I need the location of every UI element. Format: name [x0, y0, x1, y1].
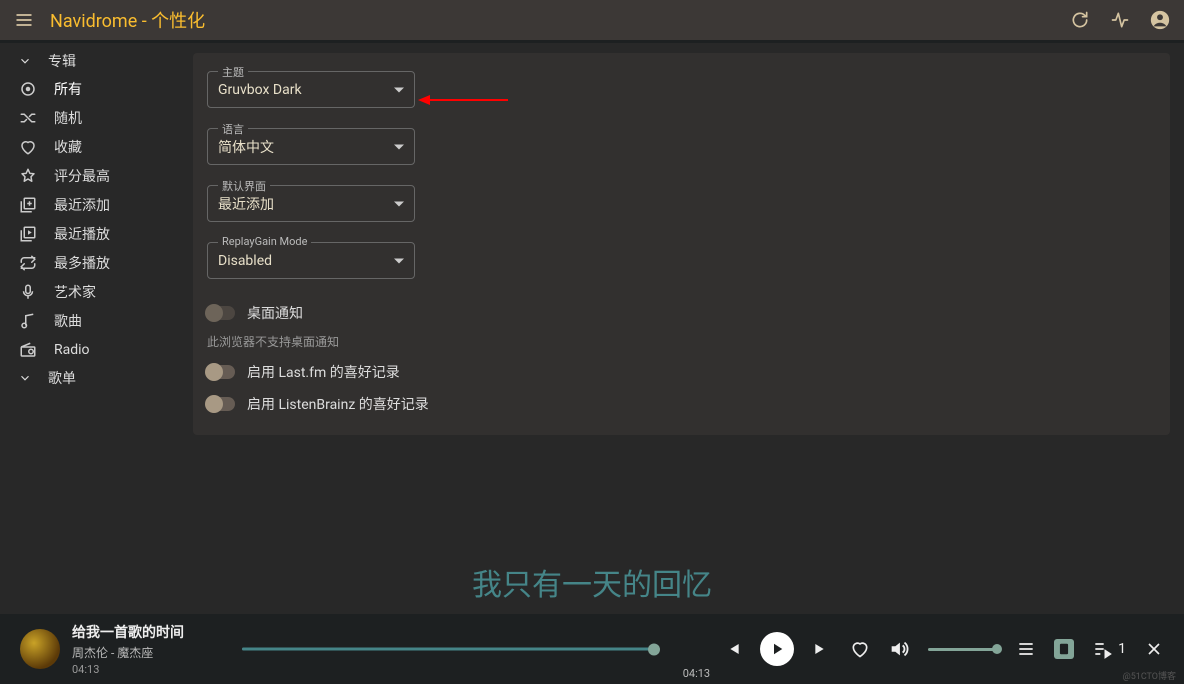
menu-button[interactable]: [10, 6, 38, 34]
sidebar-item-favorites[interactable]: 收藏: [0, 132, 193, 161]
sidebar-section-albums[interactable]: 专辑: [0, 47, 193, 74]
sidebar-item-artists[interactable]: 艺术家: [0, 277, 193, 306]
caret-down-icon: [394, 87, 404, 92]
lyrics-button[interactable]: [1054, 639, 1074, 659]
sidebar: 专辑 所有 随机 收藏 评分最高 最近添加 最近播放 最多播放 艺术家 歌曲 R…: [0, 43, 193, 584]
lyric-line: 我只有一天的回忆: [0, 560, 1184, 604]
progress-bar[interactable]: [242, 645, 655, 653]
sidebar-item-label: 收藏: [54, 137, 82, 157]
sidebar-item-label: 最近播放: [54, 224, 110, 244]
progress-fill: [242, 648, 655, 651]
listenbrainz-toggle[interactable]: [207, 397, 235, 411]
sidebar-item-top-rated[interactable]: 评分最高: [0, 161, 193, 190]
mic-icon: [18, 283, 38, 301]
track-meta: 给我一首歌的时间 周杰伦 - 魔杰座 04:13: [72, 622, 222, 676]
volume-button[interactable]: [888, 638, 910, 660]
field-label: 默认界面: [218, 178, 270, 194]
player-bar: 给我一首歌的时间 周杰伦 - 魔杰座 04:13 04:13 1: [0, 614, 1184, 684]
track-elapsed: 04:13: [72, 663, 222, 676]
watermark: @51CTO博客: [1123, 669, 1176, 682]
track-title: 给我一首歌的时间: [72, 622, 222, 642]
helper-text: 此浏览器不支持桌面通知: [207, 333, 1156, 350]
next-button[interactable]: [812, 639, 832, 659]
album-cover[interactable]: [20, 629, 60, 669]
field-value: 最近添加: [218, 194, 274, 214]
lastfm-row: 启用 Last.fm 的喜好记录: [207, 358, 1156, 386]
chevron-down-icon: [18, 54, 32, 68]
sidebar-item-radio[interactable]: Radio: [0, 335, 193, 364]
sidebar-item-label: 最近添加: [54, 195, 110, 215]
library-add-icon: [18, 196, 38, 214]
library-play-icon: [18, 225, 38, 243]
queue-count: 1: [1118, 641, 1126, 657]
field-label: 主题: [218, 64, 248, 80]
caret-down-icon: [394, 258, 404, 263]
theme-select[interactable]: 主题 Gruvbox Dark: [207, 71, 415, 108]
caret-down-icon: [394, 144, 404, 149]
sidebar-item-all[interactable]: 所有: [0, 74, 193, 103]
sidebar-section-label: 歌单: [48, 368, 76, 388]
main: 专辑 所有 随机 收藏 评分最高 最近添加 最近播放 最多播放 艺术家 歌曲 R…: [0, 43, 1184, 584]
sidebar-item-recently-played[interactable]: 最近播放: [0, 219, 193, 248]
heart-icon: [18, 138, 38, 156]
play-queue-button[interactable]: 1: [1092, 639, 1126, 659]
sidebar-item-label: Radio: [54, 342, 90, 358]
volume-thumb: [992, 644, 1002, 654]
toggle-label: 桌面通知: [247, 303, 303, 323]
field-value: Gruvbox Dark: [218, 82, 302, 98]
toggle-label: 启用 ListenBrainz 的喜好记录: [247, 394, 429, 414]
lastfm-toggle[interactable]: [207, 365, 235, 379]
volume-slider[interactable]: [928, 648, 998, 651]
sidebar-item-label: 歌曲: [54, 311, 82, 331]
default-view-select[interactable]: 默认界面 最近添加: [207, 185, 415, 222]
sidebar-item-songs[interactable]: 歌曲: [0, 306, 193, 335]
sidebar-item-label: 最多播放: [54, 253, 110, 273]
desktop-notify-toggle: [207, 306, 235, 320]
favorite-button[interactable]: [850, 639, 870, 659]
previous-button[interactable]: [722, 639, 742, 659]
sidebar-section-label: 专辑: [48, 51, 76, 71]
replaygain-select[interactable]: ReplayGain Mode Disabled: [207, 242, 415, 279]
sidebar-item-label: 评分最高: [54, 166, 110, 186]
queue-button[interactable]: [1016, 639, 1036, 659]
star-icon: [18, 167, 38, 185]
content: 主题 Gruvbox Dark 语言 简体中文 默认界面 最近添加 Replay…: [193, 43, 1184, 584]
page-title: Navidrome - 个性化: [50, 7, 1054, 33]
caret-down-icon: [394, 201, 404, 206]
sidebar-item-shuffle[interactable]: 随机: [0, 103, 193, 132]
user-avatar-button[interactable]: [1146, 6, 1174, 34]
chevron-down-icon: [18, 371, 32, 385]
language-select[interactable]: 语言 简体中文: [207, 128, 415, 165]
toggle-label: 启用 Last.fm 的喜好记录: [247, 362, 400, 382]
progress-thumb: [648, 643, 660, 655]
track-artist: 周杰伦 - 魔杰座: [72, 644, 222, 661]
player-controls: 1: [722, 632, 1164, 666]
desktop-notify-row: 桌面通知: [207, 299, 1156, 327]
appbar: Navidrome - 个性化: [0, 0, 1184, 40]
repeat-icon: [18, 254, 38, 272]
track-duration: 04:13: [683, 667, 710, 680]
play-button[interactable]: [760, 632, 794, 666]
sidebar-item-label: 随机: [54, 108, 82, 128]
sidebar-item-recently-added[interactable]: 最近添加: [0, 190, 193, 219]
sidebar-section-playlists[interactable]: 歌单: [0, 364, 193, 391]
settings-card: 主题 Gruvbox Dark 语言 简体中文 默认界面 最近添加 Replay…: [193, 53, 1170, 435]
field-label: ReplayGain Mode: [218, 235, 311, 248]
sidebar-item-label: 所有: [54, 79, 82, 99]
sidebar-item-most-played[interactable]: 最多播放: [0, 248, 193, 277]
field-value: 简体中文: [218, 137, 274, 157]
activity-button[interactable]: [1106, 6, 1134, 34]
listenbrainz-row: 启用 ListenBrainz 的喜好记录: [207, 390, 1156, 418]
field-value: Disabled: [218, 253, 272, 269]
close-player-button[interactable]: [1144, 639, 1164, 659]
field-label: 语言: [218, 121, 248, 137]
sidebar-item-label: 艺术家: [54, 282, 96, 302]
target-icon: [18, 80, 38, 98]
music-note-icon: [18, 312, 38, 330]
radio-icon: [18, 341, 38, 359]
refresh-button[interactable]: [1066, 6, 1094, 34]
shuffle-icon: [18, 109, 38, 127]
